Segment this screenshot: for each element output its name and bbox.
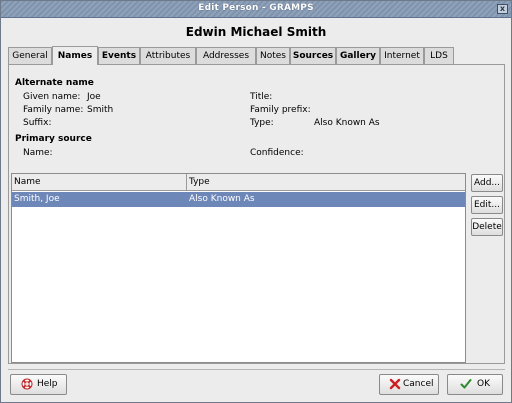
tab-notes[interactable]: Notes — [256, 47, 290, 65]
checkmark-icon — [460, 378, 472, 390]
tab-addresses[interactable]: Addresses — [196, 47, 256, 65]
tab-names[interactable]: Names — [52, 46, 98, 65]
tab-lds[interactable]: LDS — [424, 47, 454, 65]
tab-internet[interactable]: Internet — [380, 47, 424, 65]
tab-sources[interactable]: Sources — [290, 47, 336, 65]
help-label: Help — [37, 379, 58, 389]
row-type-cell: Also Known As — [189, 194, 255, 204]
given-name-label: Given name: — [23, 92, 81, 102]
confidence-label: Confidence: — [250, 148, 304, 158]
list-header: Name Type — [12, 174, 465, 191]
cancel-label: Cancel — [403, 379, 434, 389]
title-label: Title: — [250, 92, 273, 102]
help-button[interactable]: Help — [10, 374, 67, 395]
type-label: Type: — [250, 118, 274, 128]
list-row[interactable]: Smith, Joe Also Known As — [12, 192, 465, 207]
help-lifebuoy-icon — [21, 378, 33, 390]
title-bar[interactable]: Edit Person - GRAMPS x — [1, 1, 511, 18]
family-name-value: Smith — [87, 105, 114, 115]
source-name-label: Name: — [23, 148, 53, 158]
family-prefix-label: Family prefix: — [250, 105, 311, 115]
tab-gallery[interactable]: Gallery — [336, 47, 380, 65]
column-header-type[interactable]: Type — [187, 174, 465, 191]
close-icon[interactable]: x — [497, 4, 508, 14]
alternate-names-list[interactable]: Name Type Smith, Joe Also Known As — [11, 173, 466, 363]
button-separator — [8, 369, 505, 370]
family-name-label: Family name: — [23, 105, 84, 115]
given-name-value: Joe — [87, 92, 101, 102]
primary-source-heading: Primary source — [15, 134, 92, 144]
cancel-x-icon — [389, 378, 401, 390]
tab-events[interactable]: Events — [98, 47, 140, 65]
cancel-button[interactable]: Cancel — [379, 374, 439, 395]
type-value: Also Known As — [314, 118, 380, 128]
row-name-cell: Smith, Joe — [14, 194, 60, 204]
window-title: Edit Person - GRAMPS — [198, 3, 314, 13]
delete-button[interactable]: Delete — [471, 218, 503, 236]
column-header-name[interactable]: Name — [12, 174, 187, 191]
tab-general[interactable]: General — [8, 47, 52, 65]
ok-button[interactable]: OK — [447, 374, 503, 395]
edit-person-window: Edit Person - GRAMPS x Edwin Michael Smi… — [0, 0, 512, 403]
alternate-name-heading: Alternate name — [15, 78, 94, 88]
ok-label: OK — [477, 379, 490, 389]
tab-attributes[interactable]: Attributes — [140, 47, 196, 65]
suffix-label: Suffix: — [23, 118, 52, 128]
add-button[interactable]: Add... — [471, 174, 503, 192]
person-heading: Edwin Michael Smith — [185, 25, 327, 39]
edit-button[interactable]: Edit... — [471, 196, 503, 214]
